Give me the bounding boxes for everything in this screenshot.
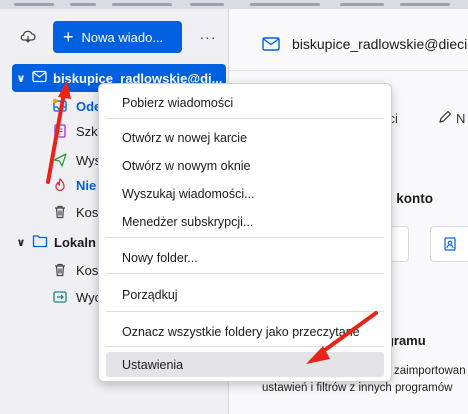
menu-item-new-folder[interactable]: Nowy folder... (106, 245, 384, 270)
plus-icon: + (63, 27, 74, 47)
menu-item-open-new-tab[interactable]: Otwórz w nowej karcie (106, 125, 384, 150)
local-folders-label: Lokaln (54, 234, 96, 250)
account-mail-icon (32, 70, 47, 86)
menu-item-settings[interactable]: Ustawienia (106, 352, 384, 377)
folder-context-menu: Pobierz wiadomości Otwórz w nowej karcie… (98, 83, 392, 382)
compose-link-label: N (456, 111, 466, 126)
menu-separator (106, 273, 384, 274)
outbox-icon (52, 289, 68, 305)
menu-separator (106, 118, 384, 119)
trash-icon (52, 204, 68, 220)
cloud-icon (20, 30, 36, 43)
more-dots-icon: ··· (199, 29, 217, 45)
compose-link[interactable] (438, 110, 452, 127)
account-email: biskupice_radlowskie@dieci (292, 36, 468, 52)
drafts-icon (52, 123, 68, 139)
chevron-down-icon: ∨ (16, 236, 26, 249)
new-message-label: Nowa wiado... (81, 29, 164, 45)
header-divider (229, 70, 468, 71)
folder-icon (32, 234, 48, 251)
menu-separator (106, 311, 384, 312)
menu-item-subscription-manager[interactable]: Menedżer subskrypcji... (106, 209, 384, 234)
menu-item-open-new-window[interactable]: Otwórz w nowym oknie (106, 153, 384, 178)
setup-card-2[interactable] (430, 226, 468, 262)
import-line-2: ustawień i filtrów z innych programów (262, 382, 453, 394)
setup-account-heading: e konto (385, 191, 434, 206)
window-top-strip (0, 0, 468, 9)
menu-separator (106, 346, 384, 347)
folder-label: Nie (76, 177, 97, 193)
address-book-icon (444, 237, 456, 251)
mail-envelope-icon (262, 37, 280, 51)
cloud-sync-button[interactable] (16, 24, 40, 48)
menu-item-compact[interactable]: Porządkuj (106, 282, 384, 307)
more-options-button[interactable]: ··· (196, 25, 220, 49)
spam-icon (52, 177, 68, 193)
trash-icon (52, 262, 68, 278)
pencil-icon (439, 110, 452, 123)
menu-separator (106, 237, 384, 238)
folder-label: Szki (76, 123, 101, 139)
chevron-down-icon: ∨ (16, 72, 26, 85)
sent-icon (52, 152, 68, 168)
account-header: biskupice_radlowskie@dieci (262, 36, 467, 52)
menu-item-mark-all-read[interactable]: Oznacz wszystkie foldery jako przeczytan… (106, 319, 384, 344)
menu-item-search-messages[interactable]: Wyszukaj wiadomości... (106, 181, 384, 206)
inbox-icon (52, 98, 68, 114)
new-message-button[interactable]: + Nowa wiado... (53, 21, 182, 53)
menu-item-get-messages[interactable]: Pobierz wiadomości (106, 90, 384, 115)
